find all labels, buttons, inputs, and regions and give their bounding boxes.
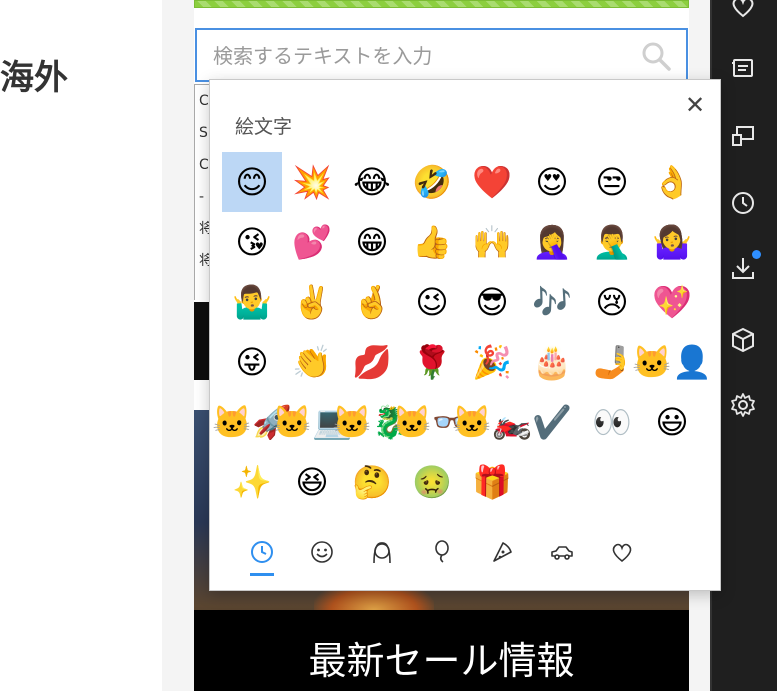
emoji-grid: 😊 💥 😂 🤣 ❤️ 😍 😒 👌 😘 💕 😁 👍 🙌 🤦‍♀️ 🤦‍♂️ 🤷‍♀️ 🤷‍♂️ ✌️ 🤞 😉 😎 🎶 😢 💖 😜 👏… bbox=[212, 152, 712, 512]
tab-symbols[interactable] bbox=[592, 532, 652, 572]
heart-icon bbox=[612, 543, 632, 563]
tab-smileys[interactable] bbox=[292, 532, 352, 572]
balloon-icon bbox=[435, 540, 449, 563]
emoji-cell[interactable]: 😃 bbox=[642, 392, 702, 452]
search-input[interactable] bbox=[211, 40, 625, 72]
emoji-cell[interactable]: 💕 bbox=[282, 212, 342, 272]
emoji-picker-title: 絵文字 bbox=[235, 116, 293, 138]
emoji-cell[interactable]: 🎉 bbox=[462, 332, 522, 392]
tab-travel[interactable] bbox=[532, 532, 592, 572]
emoji-cell[interactable]: 🤞 bbox=[342, 272, 402, 332]
emoji-picker: 絵文字 ✕ 😊 💥 😂 🤣 ❤️ 😍 😒 👌 😘 💕 😁 👍 🙌 🤦‍♀️ 🤦‍♂️ 🤷‍♀️ 🤷‍♂️ ✌️ 🤞 😉… bbox=[209, 79, 721, 591]
progress-bar bbox=[194, 0, 689, 8]
banner-title: 最新セール情報 bbox=[308, 639, 575, 683]
emoji-cell[interactable]: 🐱‍👤 bbox=[632, 332, 712, 392]
emoji-cell[interactable]: 💖 bbox=[642, 272, 702, 332]
emoji-cell[interactable]: 👍 bbox=[402, 212, 462, 272]
emoji-cell[interactable]: 💋 bbox=[342, 332, 402, 392]
emoji-cell[interactable]: 👀 bbox=[582, 392, 642, 452]
emoji-cell[interactable]: 👏 bbox=[282, 332, 342, 392]
emoji-cell[interactable]: 💥 bbox=[282, 152, 342, 212]
emoji-cell[interactable]: 🤷‍♂️ bbox=[222, 272, 282, 332]
emoji-cell[interactable]: 😍 bbox=[522, 152, 582, 212]
reading-list-icon[interactable] bbox=[727, 52, 759, 84]
emoji-cell[interactable]: 🎂 bbox=[522, 332, 582, 392]
tab-recent[interactable] bbox=[232, 532, 292, 576]
emoji-cell[interactable]: 😆 bbox=[282, 452, 342, 512]
emoji-cell[interactable]: 🤦‍♀️ bbox=[522, 212, 582, 272]
emoji-cell[interactable]: 😢 bbox=[582, 272, 642, 332]
emoji-cell[interactable]: 😜 bbox=[222, 332, 282, 392]
emoji-cell[interactable]: 😊 bbox=[222, 152, 282, 212]
close-icon[interactable]: ✕ bbox=[682, 92, 708, 118]
emoji-cell[interactable]: 😘 bbox=[222, 212, 282, 272]
favorites-heart-icon[interactable] bbox=[727, 0, 759, 22]
car-icon bbox=[551, 546, 573, 560]
person-icon bbox=[373, 542, 391, 564]
emoji-cell[interactable]: ✌️ bbox=[282, 272, 342, 332]
pizza-icon bbox=[493, 542, 512, 562]
emoji-cell[interactable]: 🤔 bbox=[342, 452, 402, 512]
emoji-cell[interactable]: 😎 bbox=[462, 272, 522, 332]
download-badge bbox=[752, 250, 761, 259]
emoji-cell[interactable]: 😂 bbox=[342, 152, 402, 212]
downloads-icon[interactable] bbox=[727, 250, 761, 284]
tab-people[interactable] bbox=[352, 532, 412, 572]
emoji-cell[interactable]: 🐱‍🏍 bbox=[452, 392, 532, 452]
emoji-cell[interactable]: 🎁 bbox=[462, 452, 522, 512]
heading-fragment: 海外 bbox=[0, 58, 68, 98]
emoji-cell[interactable]: ❤️ bbox=[462, 152, 522, 212]
emoji-cell[interactable]: 🌹 bbox=[402, 332, 462, 392]
emoji-cell[interactable]: 🤢 bbox=[402, 452, 462, 512]
emoji-cell[interactable]: ✨ bbox=[222, 452, 282, 512]
emoji-cell[interactable]: 😒 bbox=[582, 152, 642, 212]
emoji-cell[interactable]: 🎶 bbox=[522, 272, 582, 332]
emoji-cell[interactable]: 🤦‍♂️ bbox=[582, 212, 642, 272]
cast-icon[interactable] bbox=[727, 120, 759, 152]
tab-celebration[interactable] bbox=[412, 532, 472, 572]
emoji-cell[interactable]: 🙌 bbox=[462, 212, 522, 272]
smiley-icon bbox=[311, 541, 333, 563]
tab-food[interactable] bbox=[472, 532, 532, 572]
settings-gear-icon[interactable] bbox=[727, 389, 759, 421]
search-icon[interactable] bbox=[640, 40, 672, 72]
package-icon[interactable] bbox=[727, 324, 759, 356]
emoji-cell[interactable]: 🤣 bbox=[402, 152, 462, 212]
search-box bbox=[195, 28, 688, 82]
page-left-area bbox=[0, 0, 162, 691]
history-clock-icon[interactable] bbox=[727, 187, 759, 219]
emoji-cell[interactable]: ✔️ bbox=[522, 392, 582, 452]
emoji-cell[interactable]: 👌 bbox=[642, 152, 702, 212]
emoji-category-tabs bbox=[222, 532, 702, 578]
clock-icon bbox=[251, 541, 273, 563]
emoji-cell[interactable]: 😉 bbox=[402, 272, 462, 332]
emoji-cell[interactable]: 🤷‍♀️ bbox=[642, 212, 702, 272]
emoji-cell[interactable]: 😁 bbox=[342, 212, 402, 272]
